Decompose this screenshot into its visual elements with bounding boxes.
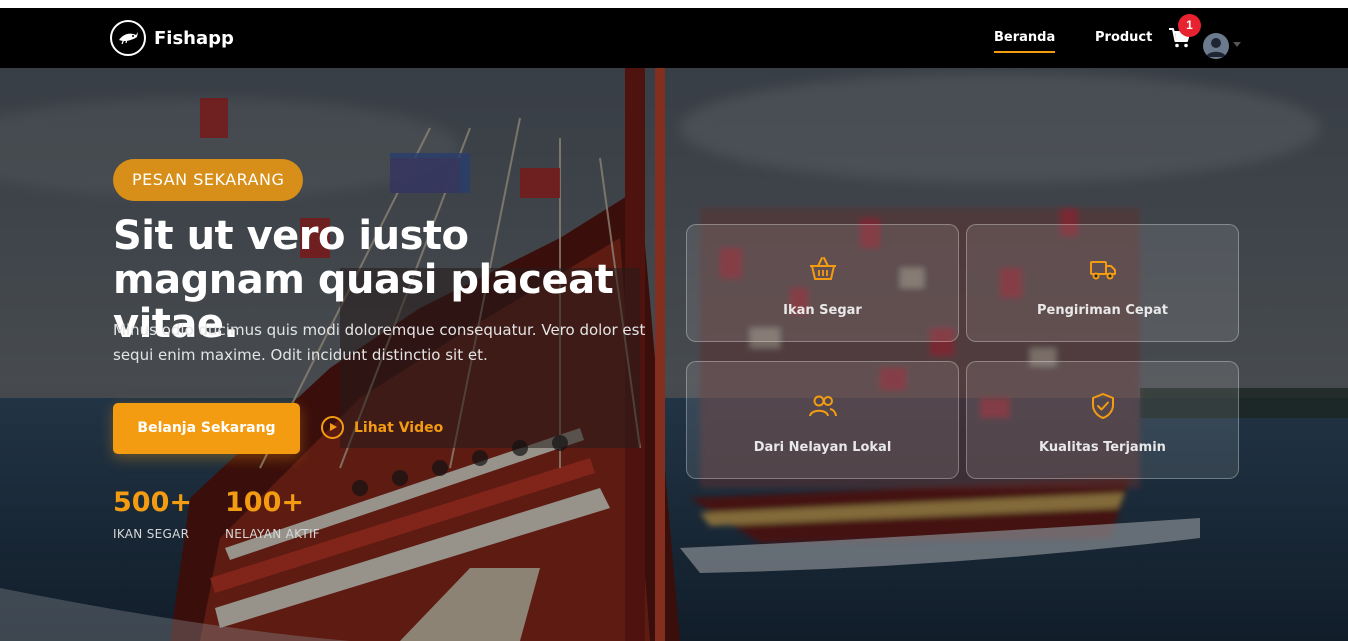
feature-card-local-fishermen: Dari Nelayan Lokal [686, 361, 959, 479]
user-avatar-icon[interactable] [1203, 33, 1229, 59]
navbar: Fishapp Beranda Product 1 [0, 8, 1348, 68]
basket-icon [809, 257, 836, 280]
shield-check-icon [1091, 393, 1114, 419]
stat-value: 100+ [225, 487, 304, 518]
watch-video-label: Lihat Video [354, 419, 444, 436]
users-icon [808, 395, 837, 417]
nav-link-beranda[interactable]: Beranda [994, 30, 1056, 53]
hero-section: PESAN SEKARANG Sit ut vero iusto magnam … [0, 68, 1348, 641]
feature-label: Ikan Segar [783, 303, 862, 318]
play-circle-icon [321, 416, 344, 439]
stat-label: NELAYAN AKTIF [225, 527, 321, 541]
cart-count-badge: 1 [1178, 14, 1201, 37]
nav-link-product[interactable]: Product [1095, 30, 1152, 45]
top-border [0, 0, 1348, 8]
watch-video-button[interactable]: Lihat Video [321, 416, 443, 439]
shop-now-button[interactable]: Belanja Sekarang [113, 403, 300, 454]
stat-active-fishermen: 100+ NELAYAN AKTIF [225, 487, 320, 541]
truck-icon [1089, 261, 1116, 280]
feature-label: Pengiriman Cepat [1037, 303, 1168, 318]
feature-label: Dari Nelayan Lokal [753, 440, 892, 455]
feature-label: Kualitas Terjamin [1039, 440, 1166, 455]
feature-card-fresh-fish: Ikan Segar [686, 224, 959, 342]
chevron-down-icon[interactable] [1233, 42, 1241, 47]
brand-name: Fishapp [154, 27, 234, 49]
brand[interactable]: Fishapp [110, 20, 234, 56]
fish-logo-icon [110, 20, 146, 56]
stat-label: IKAN SEGAR [113, 527, 190, 541]
stat-fresh-fish: 500+ IKAN SEGAR [113, 487, 192, 541]
feature-card-fast-delivery: Pengiriman Cepat [966, 224, 1239, 342]
feature-card-quality: Kualitas Terjamin [966, 361, 1239, 479]
hero-description: Minus odio ducimus quis modi doloremque … [113, 321, 646, 364]
stat-value: 500+ [113, 487, 192, 518]
order-now-badge[interactable]: PESAN SEKARANG [113, 159, 304, 201]
